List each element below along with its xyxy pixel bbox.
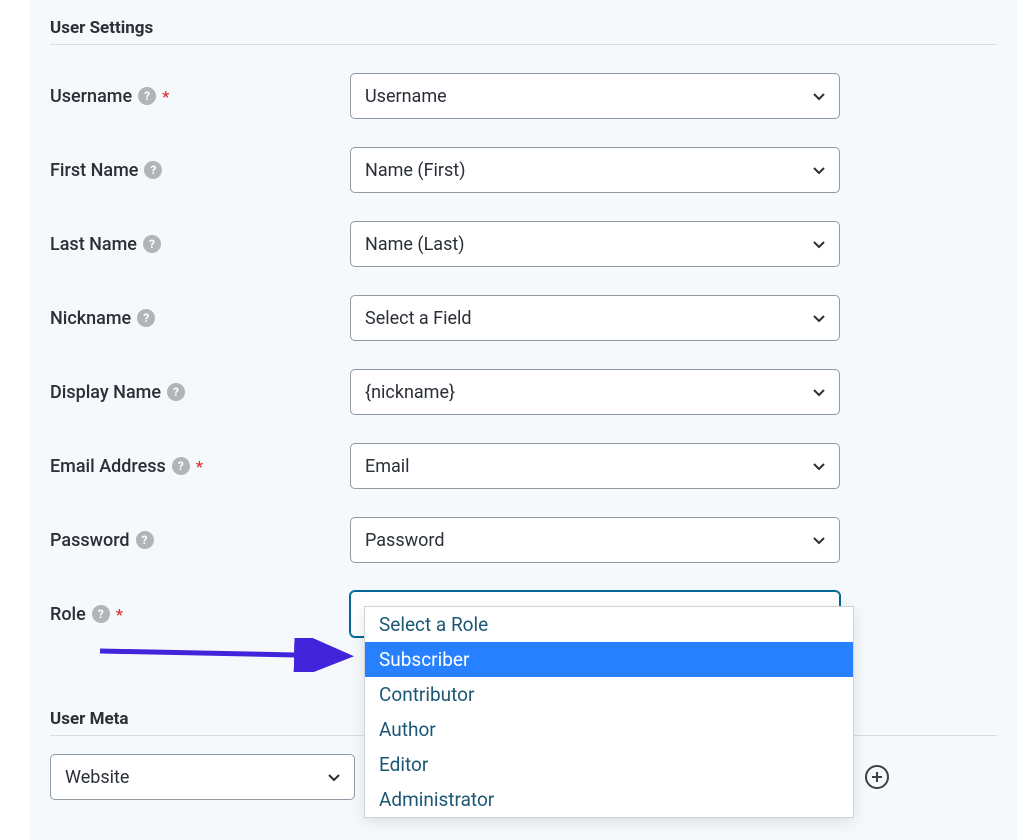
label-text-display-name: Display Name [50, 382, 161, 403]
add-meta-button[interactable] [865, 765, 889, 789]
select-value-user-meta-key: Website [65, 767, 129, 788]
divider [50, 44, 997, 45]
select-last-name[interactable]: Name (Last) [350, 221, 840, 267]
label-last-name: Last Name ? [50, 234, 350, 255]
help-icon[interactable]: ? [172, 457, 190, 475]
label-nickname: Nickname ? [50, 308, 350, 329]
label-username: Username ? * [50, 86, 350, 107]
select-value-nickname: Select a Field [365, 308, 472, 329]
field-col-last-name: Name (Last) [350, 221, 997, 267]
label-text-nickname: Nickname [50, 308, 131, 329]
label-text-role: Role [50, 604, 86, 625]
role-option[interactable]: Select a Role [365, 607, 853, 642]
label-display-name: Display Name ? [50, 382, 350, 403]
chevron-down-icon [811, 310, 827, 326]
label-text-email-address: Email Address [50, 456, 166, 477]
select-value-username: Username [365, 86, 447, 107]
select-value-email-address: Email [365, 456, 410, 477]
label-text-username: Username [50, 86, 132, 107]
row-last-name: Last Name ? Name (Last) [50, 221, 997, 267]
label-text-last-name: Last Name [50, 234, 137, 255]
chevron-down-icon [811, 458, 827, 474]
chevron-down-icon [811, 88, 827, 104]
row-nickname: Nickname ? Select a Field [50, 295, 997, 341]
role-dropdown[interactable]: Select a RoleSubscriberContributorAuthor… [364, 606, 854, 818]
label-role: Role ? * [50, 604, 350, 625]
select-user-meta-key[interactable]: Website [50, 754, 355, 800]
required-mark: * [196, 457, 203, 476]
help-icon[interactable]: ? [167, 383, 185, 401]
role-option[interactable]: Contributor [365, 677, 853, 712]
select-first-name[interactable]: Name (First) [350, 147, 840, 193]
select-nickname[interactable]: Select a Field [350, 295, 840, 341]
help-icon[interactable]: ? [144, 161, 162, 179]
select-value-password: Password [365, 530, 445, 551]
chevron-down-icon [326, 769, 342, 785]
select-email-address[interactable]: Email [350, 443, 840, 489]
help-icon[interactable]: ? [143, 235, 161, 253]
required-mark: * [162, 87, 169, 106]
required-mark: * [116, 605, 123, 624]
row-display-name: Display Name ? {nickname} [50, 369, 997, 415]
help-icon[interactable]: ? [92, 605, 110, 623]
label-first-name: First Name ? [50, 160, 350, 181]
help-icon[interactable]: ? [138, 87, 156, 105]
field-col-nickname: Select a Field [350, 295, 997, 341]
field-col-email-address: Email [350, 443, 997, 489]
row-password: Password ? Password [50, 517, 997, 563]
annotation-arrow-icon [96, 638, 356, 672]
label-password: Password ? [50, 530, 350, 551]
field-col-username: Username [350, 73, 997, 119]
help-icon[interactable]: ? [136, 531, 154, 549]
row-email-address: Email Address ? * Email [50, 443, 997, 489]
user-settings-heading: User Settings [50, 18, 997, 38]
select-password[interactable]: Password [350, 517, 840, 563]
select-value-last-name: Name (Last) [365, 234, 465, 255]
row-first-name: First Name ? Name (First) [50, 147, 997, 193]
row-username: Username ? * Username [50, 73, 997, 119]
select-value-display-name: {nickname} [365, 382, 455, 403]
select-username[interactable]: Username [350, 73, 840, 119]
chevron-down-icon [811, 532, 827, 548]
chevron-down-icon [811, 384, 827, 400]
chevron-down-icon [811, 162, 827, 178]
role-option[interactable]: Administrator [365, 782, 853, 817]
role-option[interactable]: Editor [365, 747, 853, 782]
field-col-first-name: Name (First) [350, 147, 997, 193]
select-value-first-name: Name (First) [365, 160, 465, 181]
field-col-display-name: {nickname} [350, 369, 997, 415]
role-option[interactable]: Subscriber [365, 642, 853, 677]
role-option[interactable]: Author [365, 712, 853, 747]
label-text-password: Password [50, 530, 130, 551]
select-display-name[interactable]: {nickname} [350, 369, 840, 415]
help-icon[interactable]: ? [137, 309, 155, 327]
chevron-down-icon [811, 236, 827, 252]
label-email-address: Email Address ? * [50, 456, 350, 477]
label-text-first-name: First Name [50, 160, 138, 181]
field-col-password: Password [350, 517, 997, 563]
